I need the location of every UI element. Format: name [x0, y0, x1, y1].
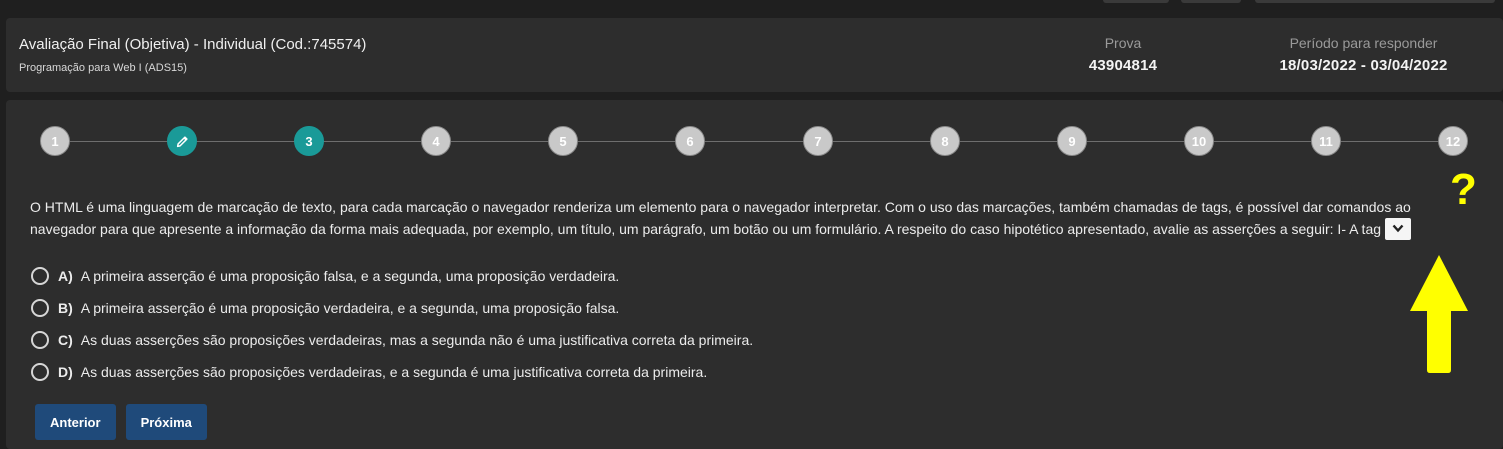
step-6[interactable]: 6 — [675, 126, 705, 156]
question-text: O HTML é uma linguagem de marcação de te… — [30, 196, 1450, 241]
option-a-radio[interactable] — [31, 267, 49, 285]
next-button[interactable]: Próxima — [125, 404, 207, 440]
exam-title: Avaliação Final (Objetiva) - Individual … — [19, 36, 367, 53]
step-12[interactable]: 12 — [1438, 126, 1468, 156]
question-line-2: navegador para que apresente a informaçã… — [30, 218, 1450, 241]
step-1[interactable]: 1 — [40, 126, 70, 156]
step-7[interactable]: 7 — [803, 126, 833, 156]
prova-label: Prova — [1104, 35, 1142, 51]
option-d[interactable]: D) As duas asserções são proposições ver… — [31, 356, 753, 388]
course-name: Programação para Web I (ADS15) — [19, 62, 187, 74]
question-stepper: 1 3 4 5 6 7 8 9 10 11 12 — [6, 126, 1503, 158]
option-a-letter: A) — [58, 268, 73, 284]
question-line-2-text: navegador para que apresente a informaçã… — [30, 221, 1382, 237]
option-b[interactable]: B) A primeira asserção é uma proposição … — [31, 292, 753, 324]
top-toolbar-stub — [1103, 0, 1169, 3]
step-5[interactable]: 5 — [548, 126, 578, 156]
chevron-down-icon — [1392, 224, 1404, 233]
option-c[interactable]: C) As duas asserções são proposições ver… — [31, 324, 753, 356]
option-d-radio[interactable] — [31, 363, 49, 381]
periodo-info: Período para responder 18/03/2022 - 03/0… — [1251, 35, 1476, 74]
option-c-text: As duas asserções são proposições verdad… — [80, 332, 754, 348]
previous-button[interactable]: Anterior — [35, 404, 116, 440]
option-b-text: A primeira asserção é uma proposição ver… — [80, 300, 620, 316]
option-d-text: As duas asserções são proposições verdad… — [80, 364, 708, 380]
step-10[interactable]: 10 — [1184, 126, 1214, 156]
step-3[interactable]: 3 — [294, 126, 324, 156]
question-panel: 1 3 4 5 6 7 8 9 10 11 12 O HTML é uma li… — [6, 100, 1503, 449]
expand-question-dropdown[interactable] — [1385, 218, 1412, 241]
option-c-radio[interactable] — [31, 331, 49, 349]
answer-options: A) A primeira asserção é uma proposição … — [31, 260, 753, 388]
stepper-line — [56, 141, 1456, 142]
prova-info: Prova 43904814 — [1068, 35, 1178, 74]
top-toolbar-stub — [1255, 0, 1495, 3]
top-toolbar-stub — [1181, 0, 1241, 3]
navigation-buttons: Anterior Próxima — [35, 404, 207, 440]
question-mark-annotation: ? — [1450, 165, 1477, 214]
question-line-1: O HTML é uma linguagem de marcação de te… — [30, 199, 1411, 215]
pencil-icon — [176, 135, 188, 147]
arrow-up-annotation-icon — [1410, 255, 1468, 373]
option-a[interactable]: A) A primeira asserção é uma proposição … — [31, 260, 753, 292]
option-d-letter: D) — [58, 364, 73, 380]
option-c-letter: C) — [58, 332, 73, 348]
step-11[interactable]: 11 — [1311, 126, 1341, 156]
option-b-radio[interactable] — [31, 299, 49, 317]
prova-value: 43904814 — [1088, 57, 1158, 74]
exam-header: Avaliação Final (Objetiva) - Individual … — [6, 18, 1503, 92]
option-a-text: A primeira asserção é uma proposição fal… — [80, 268, 620, 284]
step-9[interactable]: 9 — [1057, 126, 1087, 156]
step-4[interactable]: 4 — [421, 126, 451, 156]
step-8[interactable]: 8 — [930, 126, 960, 156]
periodo-label: Período para responder — [1289, 35, 1438, 51]
step-2[interactable] — [167, 126, 197, 156]
option-b-letter: B) — [58, 300, 73, 316]
periodo-value: 18/03/2022 - 03/04/2022 — [1279, 57, 1448, 74]
